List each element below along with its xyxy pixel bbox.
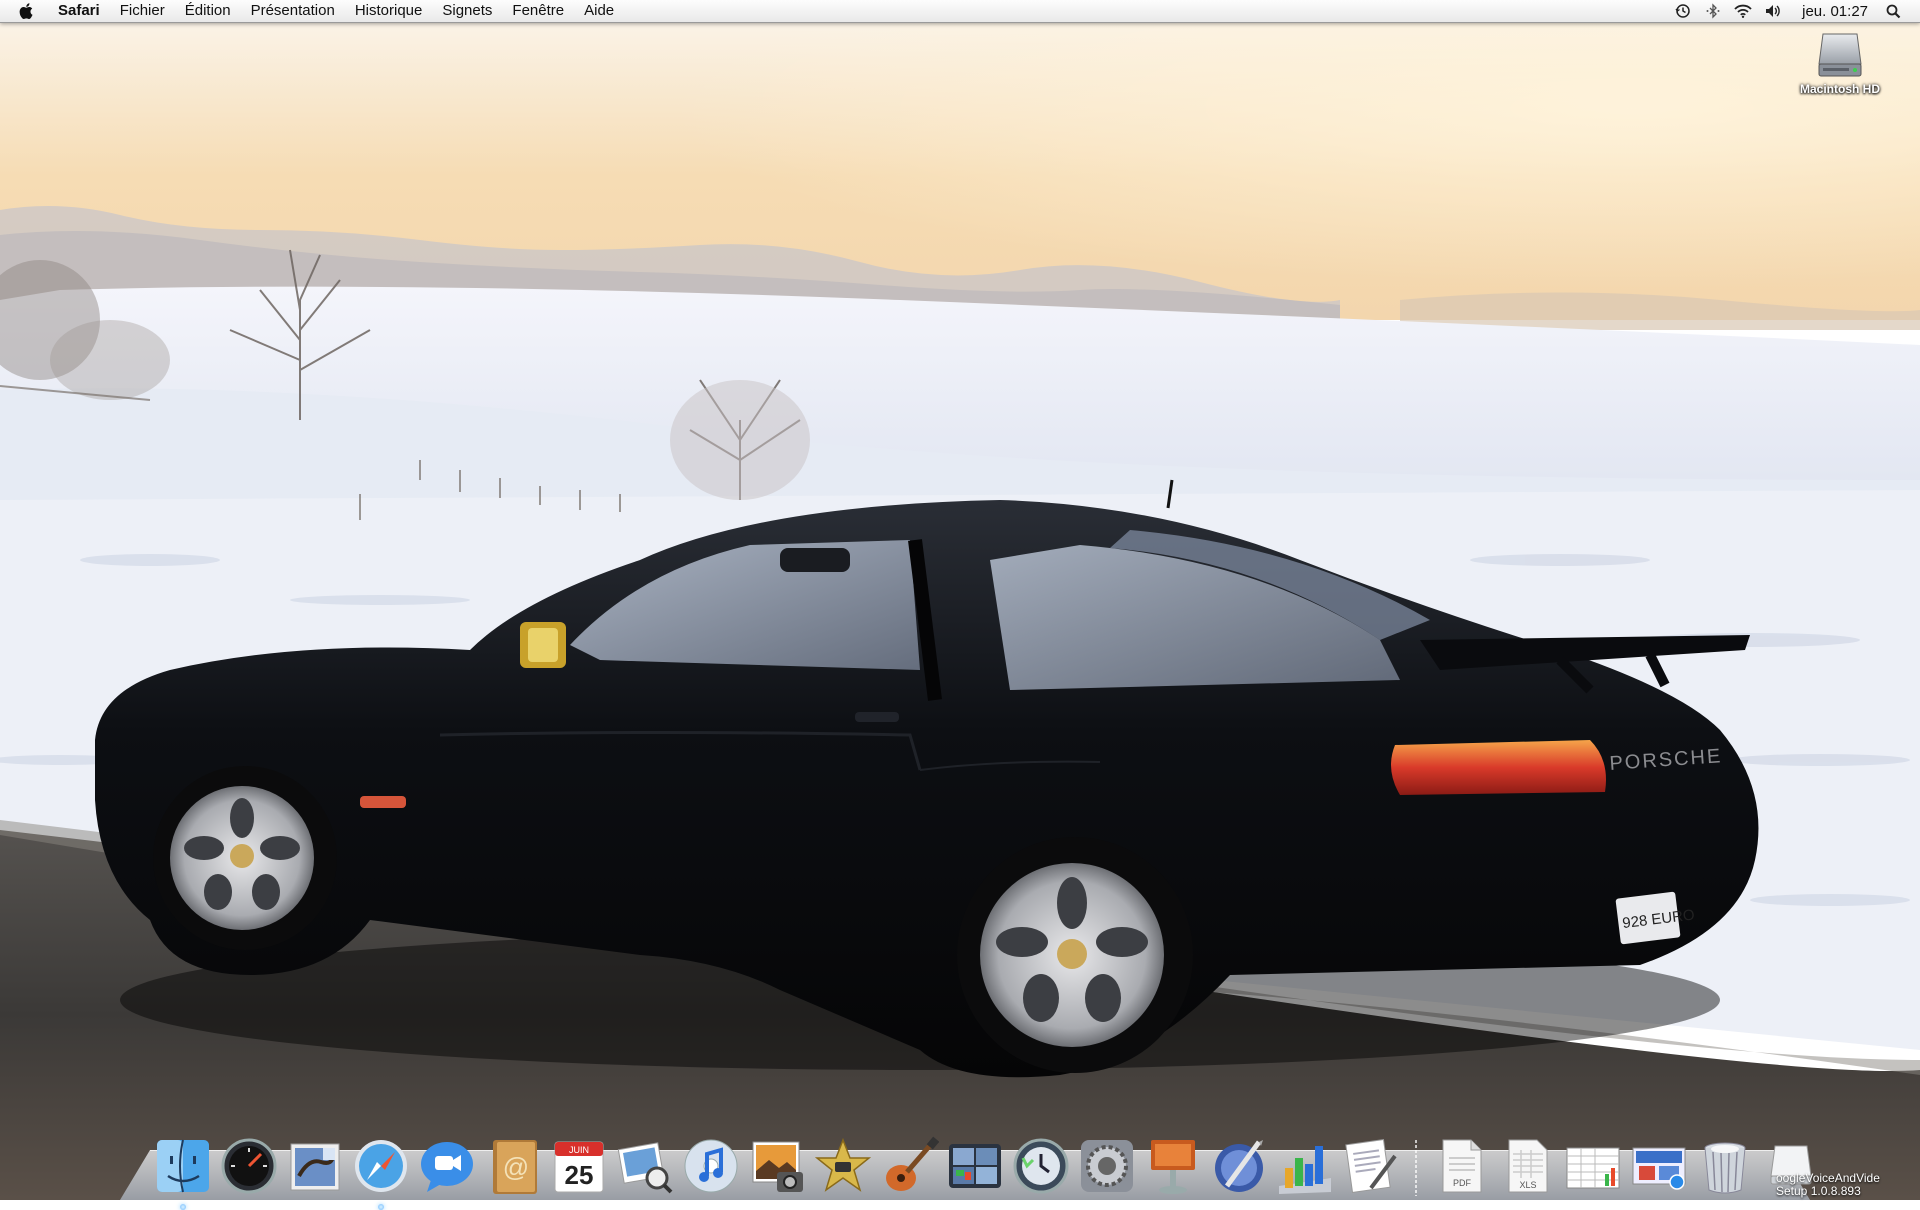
- menu-clock[interactable]: jeu. 01:27: [1802, 3, 1868, 20]
- dock-downloads-stack[interactable]: [1629, 1136, 1689, 1196]
- dock-itunes[interactable]: [681, 1136, 741, 1196]
- menu-edition[interactable]: Édition: [175, 0, 241, 22]
- menu-app-name[interactable]: Safari: [48, 0, 110, 22]
- dock-pages[interactable]: [1341, 1136, 1401, 1196]
- spotlight-icon[interactable]: [1884, 2, 1902, 20]
- dock-dashboard[interactable]: [219, 1136, 279, 1196]
- dock-volume-label: oogleVoiceAndVide Setup 1.0.8.893: [1776, 1172, 1920, 1198]
- ical-day: 25: [565, 1160, 594, 1190]
- dock: @ JUIN 25 PDF XLS: [150, 1112, 1824, 1210]
- menu-presentation[interactable]: Présentation: [241, 0, 345, 22]
- dock-trash[interactable]: [1695, 1136, 1755, 1196]
- dock-address-book[interactable]: @: [483, 1136, 543, 1196]
- dock-spaces[interactable]: [945, 1136, 1005, 1196]
- menu-aide[interactable]: Aide: [574, 0, 624, 22]
- wallpaper-scene: PORSCHE 928 EURO: [0, 0, 1920, 1200]
- safari-icon: [355, 1140, 407, 1192]
- apple-menu-icon[interactable]: [16, 0, 38, 22]
- wifi-icon[interactable]: [1734, 2, 1752, 20]
- downloads-stack-icon: [1632, 1147, 1686, 1190]
- dock-ichat[interactable]: [417, 1136, 477, 1196]
- preview-icon: [617, 1142, 673, 1194]
- dock-iphoto[interactable]: [747, 1136, 807, 1196]
- numbers-icon: [1279, 1146, 1331, 1194]
- menu-fenetre[interactable]: Fenêtre: [502, 0, 574, 22]
- running-indicator: [180, 1204, 186, 1210]
- svg-text:@: @: [503, 1152, 529, 1182]
- pdf-document-icon: PDF: [1442, 1139, 1482, 1193]
- ical-month: JUIN: [569, 1145, 589, 1155]
- volume-icon[interactable]: [1764, 2, 1782, 20]
- system-preferences-icon: [1081, 1140, 1133, 1192]
- volume-label-line2: Setup 1.0.8.893: [1776, 1184, 1861, 1198]
- desktop-wallpaper: PORSCHE 928 EURO: [0, 0, 1920, 1200]
- dock-imovie[interactable]: [813, 1136, 873, 1196]
- keynote-icon: [1151, 1140, 1195, 1194]
- xls-label: XLS: [1519, 1180, 1536, 1190]
- hard-drive-icon[interactable]: [1815, 30, 1865, 80]
- pdf-label: PDF: [1453, 1178, 1472, 1188]
- trash-icon: [1704, 1142, 1746, 1194]
- imovie-icon: [814, 1137, 872, 1192]
- xls-document-icon: XLS: [1508, 1139, 1548, 1193]
- dock-iweb[interactable]: [1209, 1136, 1269, 1196]
- desktop-icon-label: Macintosh HD: [1799, 82, 1880, 96]
- dock-xls-document[interactable]: XLS: [1497, 1136, 1557, 1196]
- time-machine-icon: [1013, 1138, 1069, 1194]
- dock-finder[interactable]: [153, 1136, 213, 1210]
- dock-time-machine[interactable]: [1011, 1136, 1071, 1196]
- dock-safari[interactable]: [351, 1136, 411, 1210]
- iweb-icon: [1215, 1140, 1263, 1192]
- time-machine-icon[interactable]: [1674, 2, 1692, 20]
- menu-historique[interactable]: Historique: [345, 0, 433, 22]
- itunes-icon: [684, 1139, 738, 1193]
- dock-pdf-document[interactable]: PDF: [1431, 1136, 1491, 1196]
- desktop-icon-macintosh-hd[interactable]: Macintosh HD: [1786, 30, 1894, 96]
- dashboard-icon: [221, 1138, 277, 1194]
- bluetooth-icon[interactable]: [1704, 2, 1722, 20]
- dock-garageband[interactable]: [879, 1136, 939, 1196]
- spaces-icon: [949, 1144, 1001, 1188]
- dock-keynote[interactable]: [1143, 1136, 1203, 1196]
- garageband-icon: [886, 1136, 939, 1191]
- dock-numbers[interactable]: [1275, 1136, 1335, 1196]
- ichat-icon: [421, 1142, 473, 1192]
- dock-system-preferences[interactable]: [1077, 1136, 1137, 1196]
- pages-icon: [1345, 1139, 1397, 1193]
- dock-mail[interactable]: [285, 1136, 345, 1196]
- menu-signets[interactable]: Signets: [432, 0, 502, 22]
- finder-icon: [157, 1139, 209, 1193]
- menu-bar: Safari Fichier Édition Présentation Hist…: [0, 0, 1920, 23]
- iphoto-icon: [752, 1141, 803, 1192]
- running-indicator: [378, 1204, 384, 1210]
- menu-fichier[interactable]: Fichier: [110, 0, 175, 22]
- address-book-icon: @: [493, 1140, 537, 1194]
- dock-spreadsheet-stack[interactable]: [1563, 1136, 1623, 1196]
- dock-separator: [1410, 1136, 1422, 1196]
- spreadsheet-stack-icon: [1566, 1147, 1620, 1189]
- dock-ical[interactable]: JUIN 25: [549, 1136, 609, 1196]
- dock-preview[interactable]: [615, 1136, 675, 1196]
- ical-icon: JUIN 25: [554, 1141, 604, 1193]
- mail-icon: [290, 1143, 340, 1191]
